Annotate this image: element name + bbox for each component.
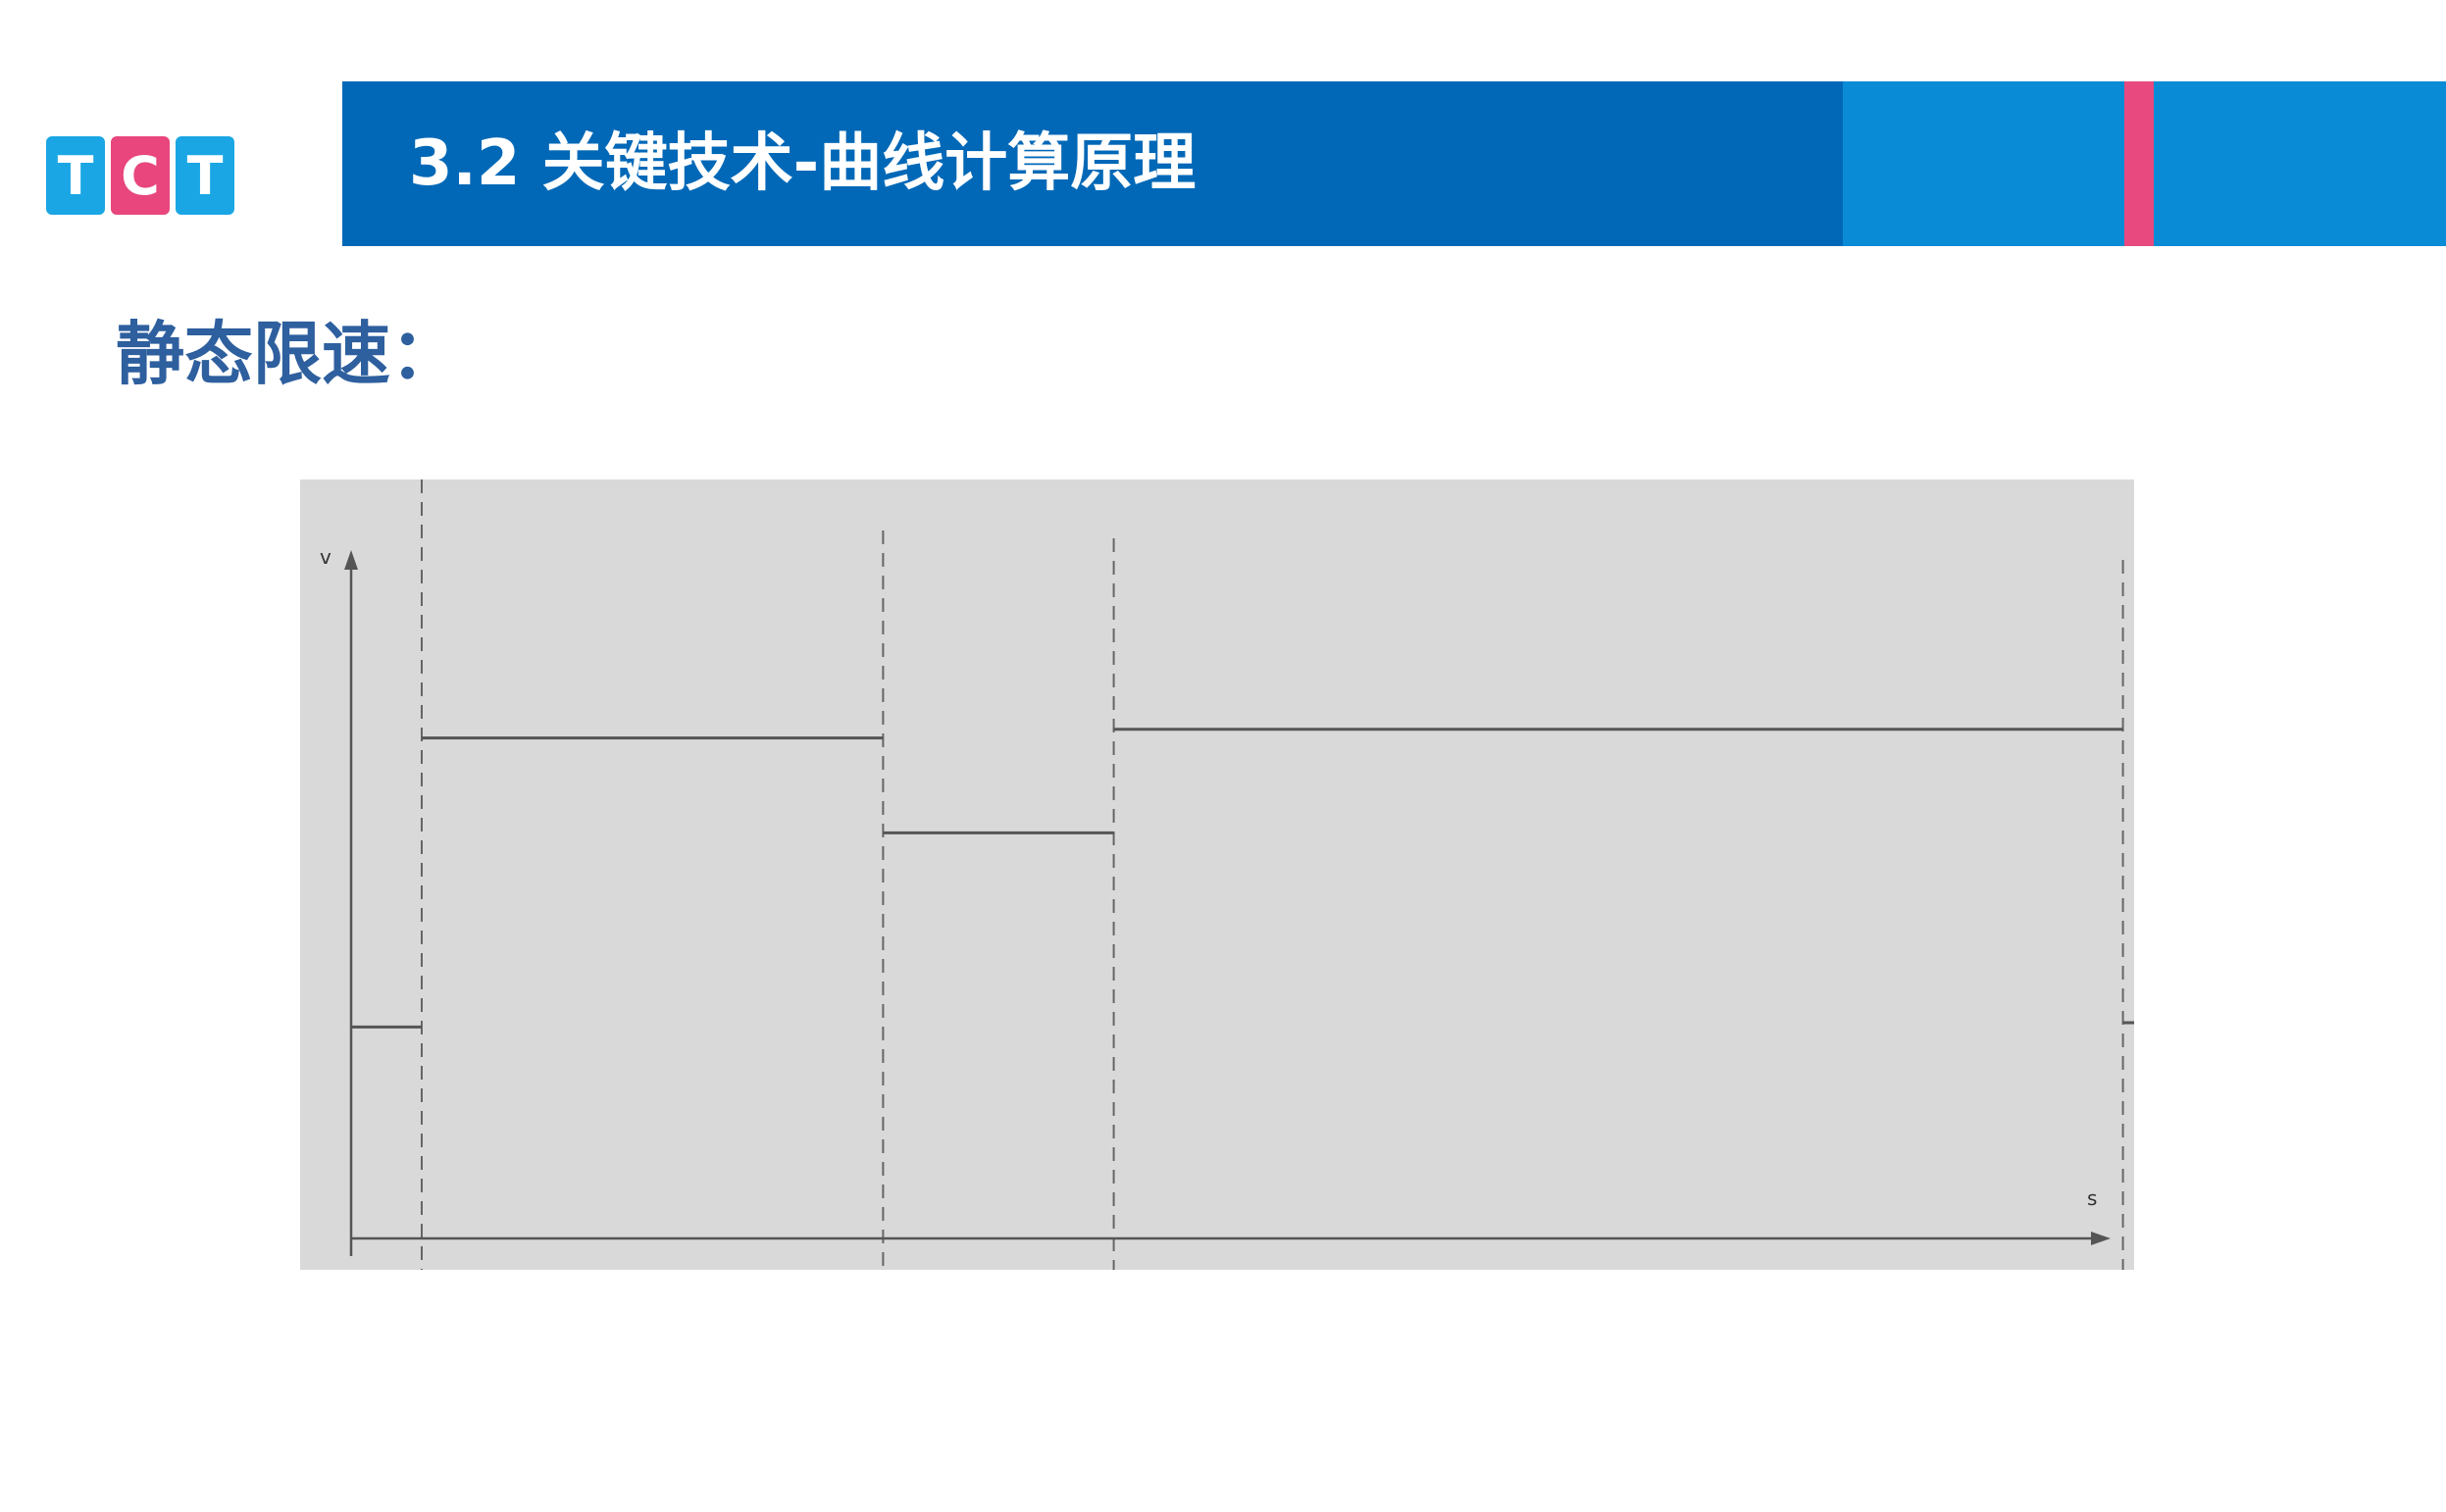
tct-logo: T C T: [46, 136, 234, 215]
speed-limit-diagram: v s: [300, 479, 2134, 1270]
logo-letter-t2: T: [176, 136, 234, 215]
logo-letter-c: C: [111, 136, 170, 215]
header-bar-light-block: [1843, 81, 2124, 246]
y-axis-label: v: [320, 545, 331, 569]
section-heading: 静态限速：: [116, 314, 459, 394]
header-bar-accent-stripe: [2124, 81, 2154, 246]
page-title: 3.2 关键技术-曲线计算原理: [409, 127, 1197, 200]
diagram-background: [300, 479, 2134, 1270]
header-bar-light-block-right: [2154, 81, 2446, 246]
speed-limit-diagram-svg: v s: [300, 479, 2134, 1270]
logo-letter-t1: T: [46, 136, 105, 215]
header-bar: 3.2 关键技术-曲线计算原理: [342, 81, 2446, 246]
x-axis-label: s: [2087, 1186, 2097, 1210]
